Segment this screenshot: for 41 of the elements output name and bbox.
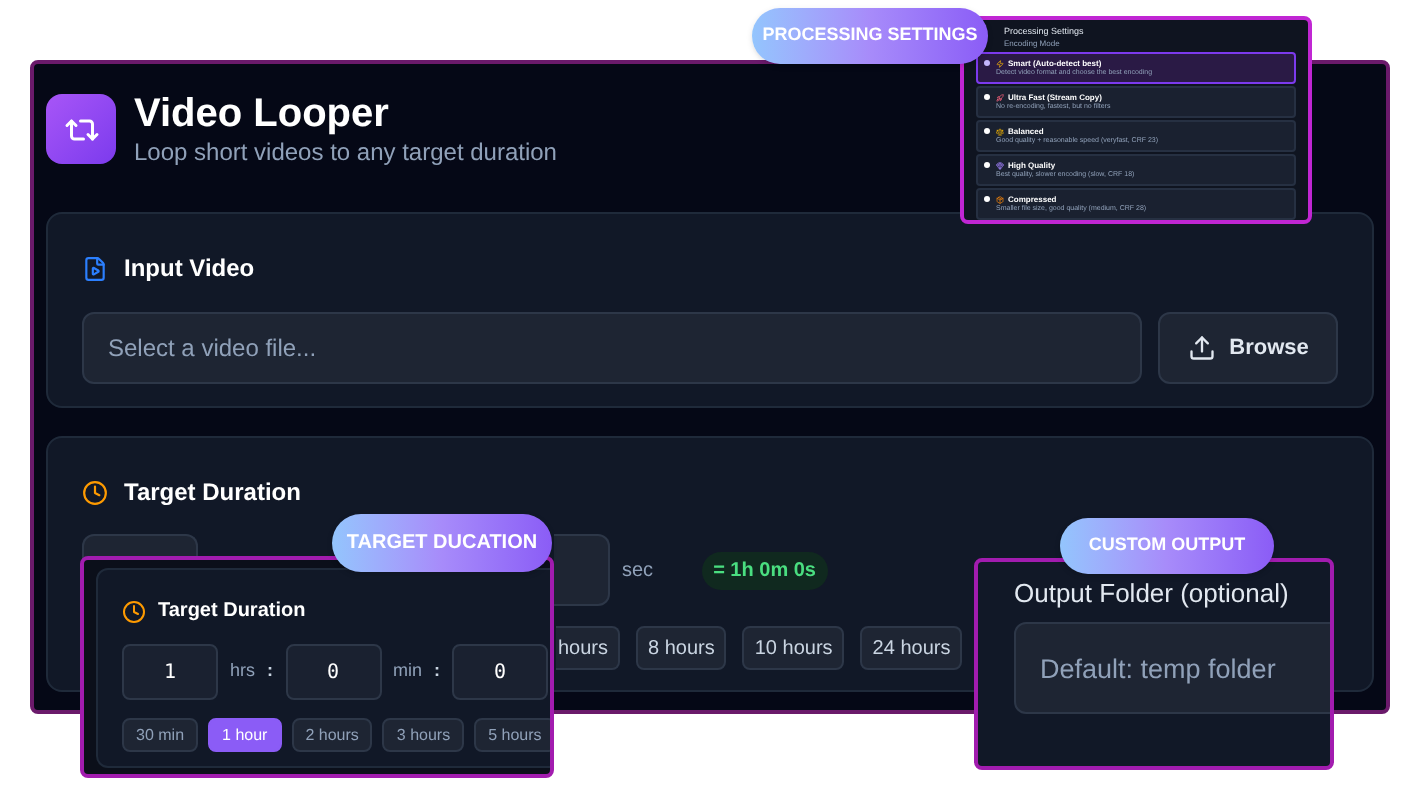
mode-icon	[996, 161, 1004, 169]
callout-badge: CUSTOM OUTPUT	[1060, 518, 1274, 574]
time-field[interactable]: 0	[452, 644, 549, 700]
mode-icon	[996, 195, 1004, 203]
video-file-icon	[82, 255, 108, 281]
seconds-field[interactable]	[554, 534, 610, 606]
loop-app-icon	[46, 94, 116, 164]
app-title: Video Looper	[134, 90, 391, 138]
duration-preset[interactable]: 2 hours	[291, 718, 373, 752]
seconds-unit: sec	[622, 557, 654, 585]
mode-icon	[996, 59, 1004, 67]
clock-icon	[82, 479, 108, 505]
duration-preset[interactable]: 5 hours	[474, 718, 550, 752]
mode-icon	[996, 127, 1004, 135]
output-folder-label: Output Folder (optional)	[1014, 578, 1291, 610]
video-file-field[interactable]: Select a video file...	[82, 312, 1142, 384]
mode-icon	[996, 93, 1004, 101]
duration-preset[interactable]: 1 hour	[208, 718, 282, 752]
clock-icon	[122, 599, 146, 623]
time-unit: min	[393, 658, 423, 685]
panel-heading: Target Duration	[158, 598, 306, 626]
upload-icon	[1187, 334, 1216, 362]
callout-badge: TARGET DUCATION	[332, 514, 552, 572]
output-folder-field[interactable]: Default: temp folder	[1014, 622, 1330, 714]
app-subtitle: Loop short videos to any target duration	[134, 138, 557, 168]
panel-heading: Input Video	[124, 252, 255, 286]
duration-preset[interactable]: 30 min	[122, 718, 199, 752]
duration-preset[interactable]: 3 hours	[382, 718, 465, 752]
callout-badge: PROCESSING SETTINGS	[752, 8, 988, 64]
panel-heading: Target Duration	[124, 476, 301, 510]
time-field[interactable]: 0	[285, 644, 382, 700]
browse-button[interactable]: Browse	[1158, 312, 1338, 384]
duration-preset[interactable]: 10 hours	[742, 626, 845, 670]
duration-preset[interactable]: 8 hours	[636, 626, 727, 670]
time-field[interactable]: 1	[122, 644, 218, 700]
duration-preset[interactable]: 24 hours	[860, 626, 963, 670]
duration-preset[interactable]: hours	[556, 626, 621, 670]
time-separator: :	[434, 658, 441, 685]
time-separator: :	[267, 658, 274, 685]
time-unit: hrs	[230, 658, 256, 685]
duration-result: = 1h 0m 0s	[701, 551, 828, 589]
